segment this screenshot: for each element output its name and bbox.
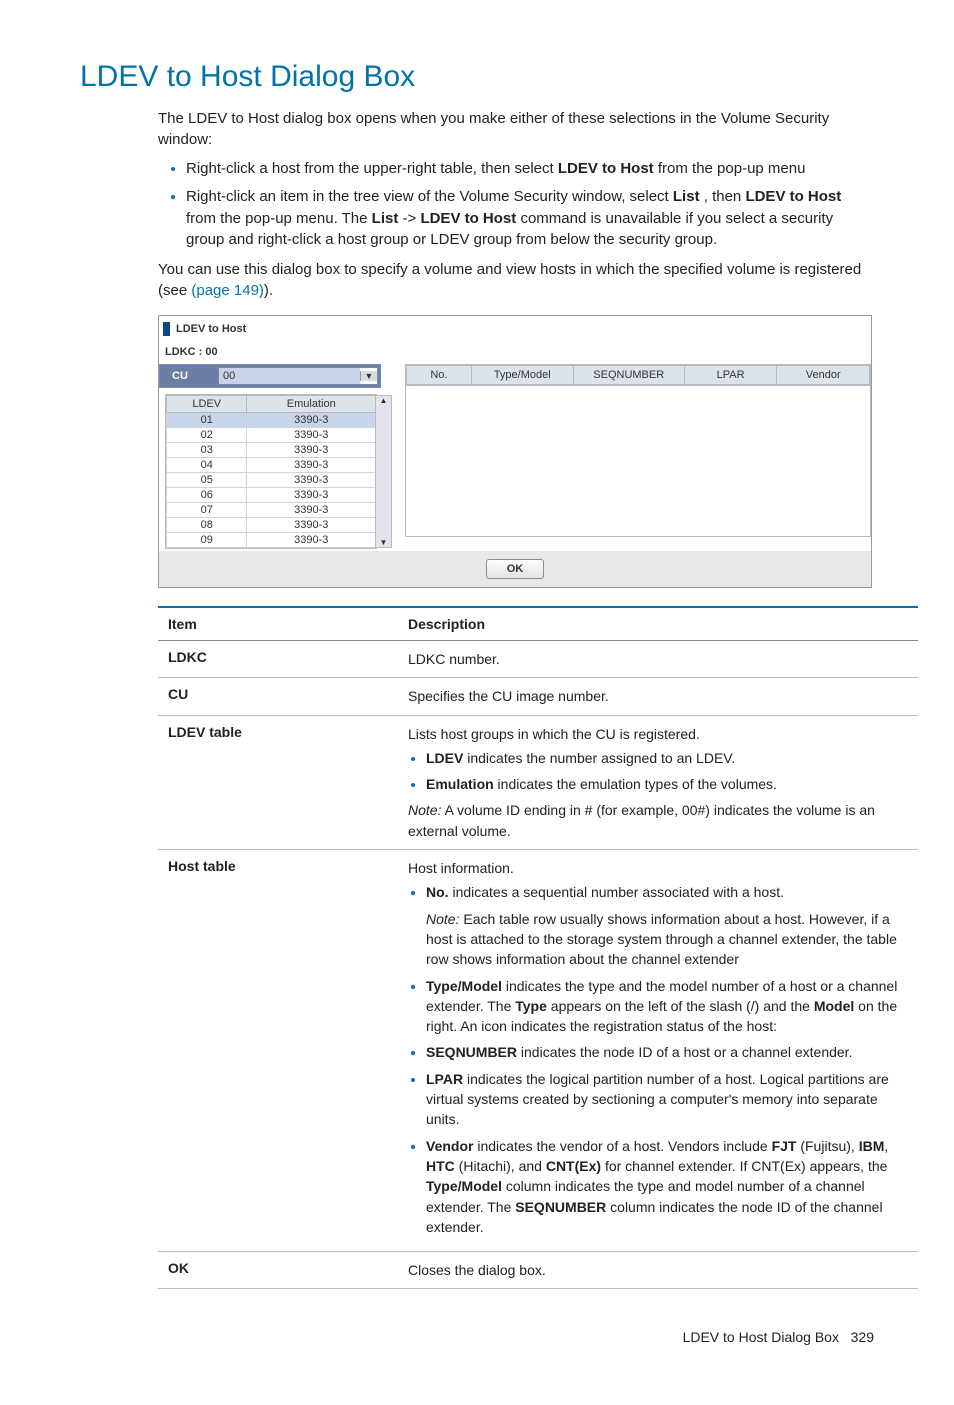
title-marker-icon	[163, 322, 170, 336]
desc-item: OK	[158, 1252, 398, 1289]
desc-text: Specifies the CU image number.	[398, 678, 918, 715]
ldev-table: LDEVEmulation 013390-3 023390-3 033390-3…	[165, 394, 377, 549]
desc-text: Host information. No. indicates a sequen…	[398, 850, 918, 1252]
emulation-col-header: Emulation	[247, 396, 376, 413]
desc-header-desc: Description	[398, 607, 918, 641]
usage-text: You can use this dialog box to specify a…	[158, 259, 874, 301]
ldev-col-header: LDEV	[167, 396, 247, 413]
col-no: No.	[407, 366, 472, 385]
chevron-down-icon[interactable]: ▼	[360, 371, 377, 381]
intro-text: The LDEV to Host dialog box opens when y…	[158, 108, 874, 150]
host-table-header: No. Type/Model SEQNUMBER LPAR Vendor	[405, 364, 871, 386]
desc-text: LDKC number.	[398, 641, 918, 678]
ok-button[interactable]: OK	[486, 559, 545, 579]
scrollbar[interactable]: ▲▼	[375, 395, 392, 548]
table-row[interactable]: 023390-3	[167, 428, 376, 443]
page-title: LDEV to Host Dialog Box	[80, 60, 874, 94]
list-item: Right-click a host from the upper-right …	[186, 158, 874, 180]
page-link[interactable]: (page 149)	[191, 282, 264, 299]
cu-selector-bar: CU 00 ▼	[159, 364, 381, 388]
cu-dropdown[interactable]: 00 ▼	[218, 367, 378, 385]
table-row[interactable]: 083390-3	[167, 518, 376, 533]
desc-header-item: Item	[158, 607, 398, 641]
cu-value: 00	[219, 368, 360, 384]
table-row[interactable]: 043390-3	[167, 458, 376, 473]
desc-text: Closes the dialog box.	[398, 1252, 918, 1289]
col-vendor: Vendor	[777, 366, 870, 385]
table-row[interactable]: 073390-3	[167, 503, 376, 518]
list-item: Right-click an item in the tree view of …	[186, 186, 874, 251]
desc-item: CU	[158, 678, 398, 715]
selection-list: Right-click a host from the upper-right …	[158, 158, 874, 251]
col-seqnumber: SEQNUMBER	[573, 366, 684, 385]
page-footer: LDEV to Host Dialog Box 329	[80, 1329, 874, 1345]
scroll-down-icon[interactable]: ▼	[376, 538, 391, 547]
description-table: Item Description LDKC LDKC number. CU Sp…	[158, 606, 918, 1289]
ldkc-label: LDKC : 00	[159, 346, 871, 364]
desc-item: LDEV table	[158, 715, 398, 849]
scroll-up-icon[interactable]: ▲	[376, 396, 391, 405]
dialog-screenshot: LDEV to Host LDKC : 00 CU 00 ▼ LDEVEmula…	[158, 315, 872, 588]
col-typemodel: Type/Model	[471, 366, 573, 385]
dialog-titlebar: LDEV to Host	[159, 316, 871, 346]
desc-text: Lists host groups in which the CU is reg…	[398, 715, 918, 849]
desc-item: Host table	[158, 850, 398, 1252]
table-row[interactable]: 013390-3	[167, 413, 376, 428]
table-row[interactable]: 053390-3	[167, 473, 376, 488]
table-row[interactable]: 063390-3	[167, 488, 376, 503]
col-lpar: LPAR	[684, 366, 777, 385]
desc-item: LDKC	[158, 641, 398, 678]
table-row[interactable]: 033390-3	[167, 443, 376, 458]
table-row[interactable]: 093390-3	[167, 533, 376, 548]
host-table-body	[405, 386, 871, 537]
cu-label: CU	[162, 370, 218, 382]
